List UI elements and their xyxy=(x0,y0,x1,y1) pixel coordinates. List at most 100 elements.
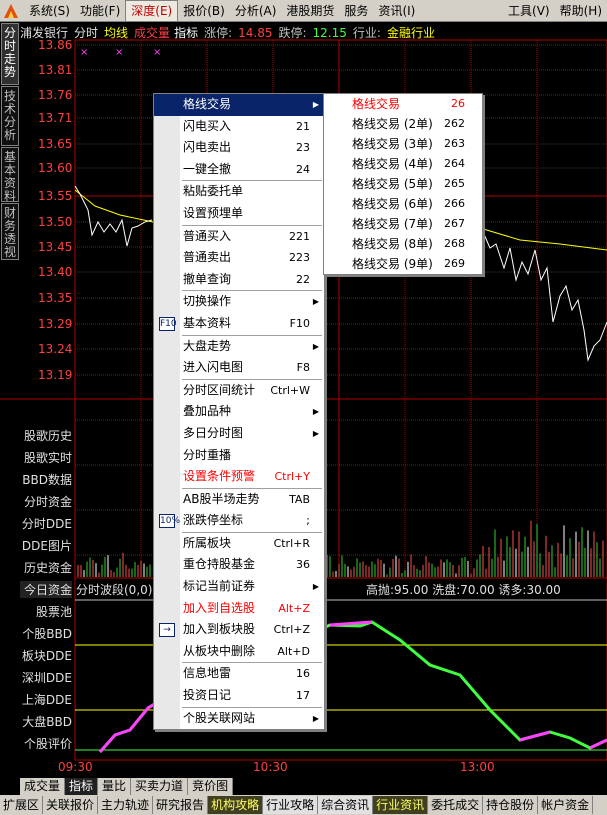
context-menu-item[interactable]: 闪电卖出 23 xyxy=(154,137,324,159)
context-menu-item[interactable]: 普通卖出 223 xyxy=(154,247,324,269)
grid-trade-label: 格线交易 (4单) xyxy=(352,157,433,171)
context-menu-item[interactable]: 设置条件预警 Ctrl+Y xyxy=(154,466,324,488)
price-tick: 13.45 xyxy=(38,240,73,254)
price-tick: 13.19 xyxy=(38,368,73,382)
context-menu-shortcut: TAB xyxy=(289,492,310,506)
side-tab-3[interactable]: 财务透视 xyxy=(1,203,19,260)
menu-item-8[interactable]: 工具(V) xyxy=(503,1,555,21)
context-menu-label: 分时重播 xyxy=(183,447,232,462)
bottom-tab-4[interactable]: 竞价图 xyxy=(188,778,234,795)
grid-trade-label: 格线交易 (3单) xyxy=(352,137,433,151)
context-menu-item[interactable]: 加入到自选股 Alt+Z xyxy=(154,598,324,620)
footer-tab-6[interactable]: 综合资讯 xyxy=(318,796,374,814)
footer-tab-1[interactable]: 关联报价 xyxy=(43,796,99,814)
bottom-tab-2[interactable]: 量比 xyxy=(98,778,132,795)
footer-tab-4[interactable]: 机构攻略 xyxy=(208,796,264,814)
menu-item-3[interactable]: 报价(B) xyxy=(178,1,230,21)
left-function-item[interactable]: 今日资金 xyxy=(20,581,72,598)
grid-trade-shortcut: 263 xyxy=(444,137,465,150)
context-menu-item[interactable]: 一键全撤 24 xyxy=(154,159,324,181)
left-function-item[interactable]: 上海DDE xyxy=(20,691,72,708)
menu-item-6[interactable]: 服务 xyxy=(339,1,373,21)
grid-trade-shortcut: 268 xyxy=(444,237,465,250)
side-tab-2[interactable]: 基本资料 xyxy=(1,147,19,203)
bottom-tab-1[interactable]: 指标 xyxy=(65,778,99,795)
context-menu-item[interactable]: 从板块中删除 Alt+D xyxy=(154,641,324,663)
left-function-item[interactable]: BBD数据 xyxy=(20,471,72,488)
context-menu-item[interactable]: 标记当前证券 ▶ xyxy=(154,576,324,598)
grid-trade-label: 格线交易 (6单) xyxy=(352,197,433,211)
left-function-item[interactable]: 分时资金 xyxy=(20,493,72,510)
left-function-item[interactable]: 股歌历史 xyxy=(20,427,72,444)
context-menu-item[interactable]: 投资日记 17 xyxy=(154,685,324,707)
grid-trade-item[interactable]: 格线交易 (9单) 269 xyxy=(324,254,482,274)
context-menu-shortcut: F8 xyxy=(296,361,310,375)
grid-trade-item[interactable]: 格线交易 (2单) 262 xyxy=(324,114,482,134)
left-function-item[interactable]: 分时DDE xyxy=(20,515,72,532)
footer-tab-7[interactable]: 行业资讯 xyxy=(373,796,429,814)
grid-trade-item[interactable]: 格线交易 (5单) 265 xyxy=(324,174,482,194)
left-function-item[interactable]: DDE图片 xyxy=(20,537,72,554)
app-logo-icon xyxy=(4,3,18,18)
context-menu-item[interactable]: 粘贴委托单 xyxy=(154,181,324,203)
context-menu-item[interactable]: 信息地雷 16 xyxy=(154,663,324,685)
grid-trade-submenu: 格线交易 26 格线交易 (2单) 262 格线交易 (3单) 263 格线交易 (4单) 2… xyxy=(323,93,483,275)
bottom-tab-0[interactable]: 成交量 xyxy=(20,778,66,795)
footer-tab-10[interactable]: 帐户资金 xyxy=(538,796,594,814)
grid-trade-item[interactable]: 格线交易 (7单) 267 xyxy=(324,214,482,234)
menu-item-0[interactable]: 系统(S) xyxy=(24,1,75,21)
footer-tab-9[interactable]: 持仓股份 xyxy=(483,796,539,814)
context-menu-shortcut: 21 xyxy=(296,119,310,133)
menu-item-7[interactable]: 资讯(I) xyxy=(373,1,420,21)
context-menu-item[interactable]: 涨跌停坐标; 10% xyxy=(154,510,324,532)
footer-tab-0[interactable]: 扩展区 xyxy=(0,796,44,814)
context-menu-item[interactable]: 普通买入 221 xyxy=(154,226,324,248)
grid-trade-item[interactable]: 格线交易 (3单) 263 xyxy=(324,134,482,154)
side-tab-1[interactable]: 技术分析 xyxy=(1,86,19,146)
menu-item-4[interactable]: 分析(A) xyxy=(230,1,282,21)
left-function-item[interactable]: 个股BBD xyxy=(20,625,72,642)
context-menu-item[interactable]: 分时重播 xyxy=(154,445,324,467)
left-function-item[interactable]: 板块DDE xyxy=(20,647,72,664)
context-menu-item[interactable]: 重仓持股基金 36 xyxy=(154,554,324,576)
footer-tab-2[interactable]: 主力轨迹 xyxy=(98,796,154,814)
context-menu-item[interactable]: 分时区间统计 Ctrl+W xyxy=(154,380,324,402)
grid-trade-item[interactable]: 格线交易 (4单) 264 xyxy=(324,154,482,174)
context-menu-item[interactable]: 个股关联网站 ▶ xyxy=(154,708,324,730)
left-function-item[interactable]: 深圳DDE xyxy=(20,669,72,686)
grid-trade-item[interactable]: 格线交易 (6单) 266 xyxy=(324,194,482,214)
context-menu-item[interactable]: 格线交易 ▶ xyxy=(154,94,324,116)
context-menu-label: 标记当前证券 xyxy=(183,579,256,594)
context-menu-shortcut: Ctrl+W xyxy=(270,383,310,397)
context-menu-item[interactable]: 闪电买入 21 xyxy=(154,116,324,138)
grid-trade-item[interactable]: 格线交易 (8单) 268 xyxy=(324,234,482,254)
menu-item-1[interactable]: 功能(F) xyxy=(75,1,125,21)
bottom-tab-3[interactable]: 买卖力道 xyxy=(131,778,189,795)
context-menu-item[interactable]: 设置预埋单 xyxy=(154,203,324,225)
context-menu-item[interactable]: 进入闪电图 F8 xyxy=(154,357,324,379)
context-menu-item[interactable]: 基本资料 F10 F10 xyxy=(154,313,324,335)
side-tab-0[interactable]: 分时走势 xyxy=(1,23,19,85)
context-menu-item[interactable]: 切换操作 ▶ xyxy=(154,291,324,313)
footer-tab-3[interactable]: 研究报告 xyxy=(153,796,209,814)
left-function-item[interactable]: 历史资金 xyxy=(20,559,72,576)
context-menu-item[interactable]: 大盘走势 ▶ xyxy=(154,336,324,358)
context-menu-item[interactable]: 多日分时图 ▶ xyxy=(154,423,324,445)
context-menu-shortcut: 22 xyxy=(296,272,310,286)
context-menu-item[interactable]: 所属板块 Ctrl+R xyxy=(154,533,324,555)
context-menu-item[interactable]: 叠加品种 ▶ xyxy=(154,401,324,423)
footer-tab-5[interactable]: 行业攻略 xyxy=(263,796,319,814)
left-function-item[interactable]: 大盘BBD xyxy=(20,713,72,730)
context-menu-item[interactable]: AB股半场走势 TAB xyxy=(154,489,324,511)
context-menu-label: 闪电卖出 xyxy=(183,140,232,155)
footer-tab-8[interactable]: 委托成交 xyxy=(428,796,484,814)
context-menu-item[interactable]: 撤单查询 22 xyxy=(154,269,324,291)
menu-item-2[interactable]: 深度(E) xyxy=(125,0,179,22)
left-function-item[interactable]: 股歌实时 xyxy=(20,449,72,466)
grid-trade-item[interactable]: 格线交易 26 xyxy=(324,94,482,114)
context-menu-item[interactable]: 加入到板块股 Ctrl+Z → xyxy=(154,619,324,641)
menu-item-9[interactable]: 帮助(H) xyxy=(555,1,607,21)
left-function-item[interactable]: 个股评价 xyxy=(20,735,72,752)
left-function-item[interactable]: 股票池 xyxy=(20,603,72,620)
menu-item-5[interactable]: 港股期货 xyxy=(281,1,339,21)
